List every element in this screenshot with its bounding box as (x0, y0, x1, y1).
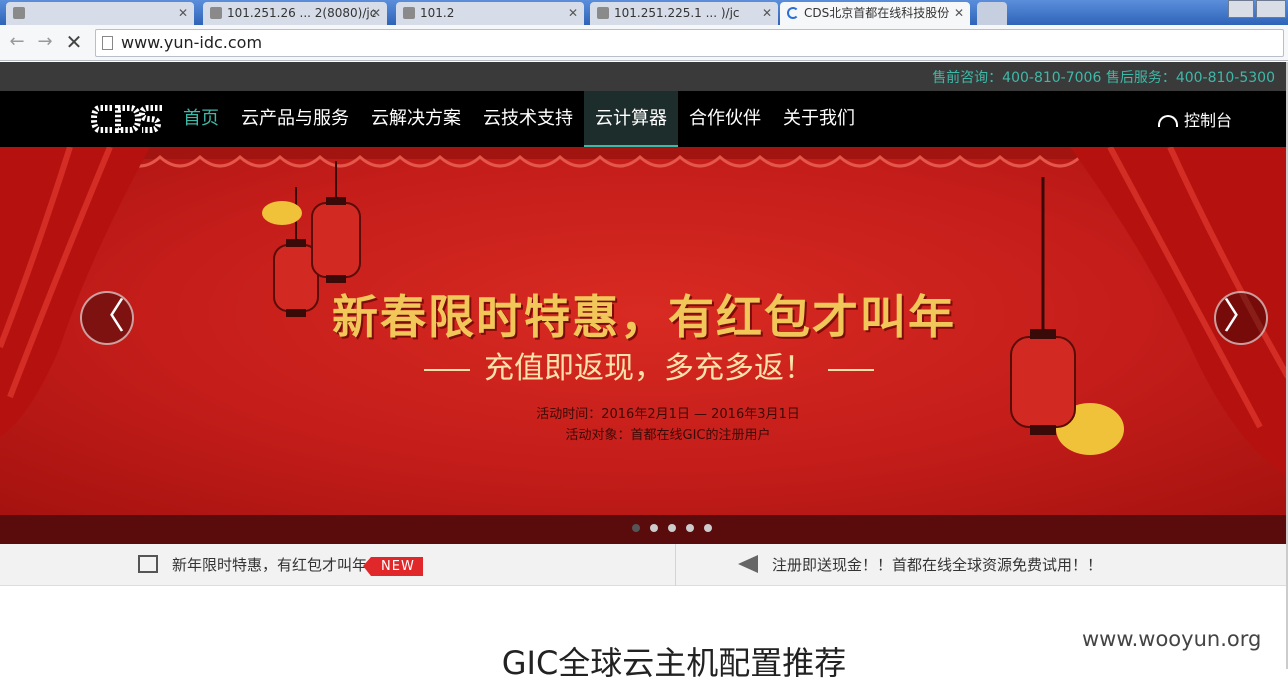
browser-tabstrip: ✕ 101.251.26 ... 2(8080)/jc ✕ 101.2 ✕ 10… (0, 0, 1288, 25)
megaphone-icon (738, 555, 758, 573)
console-link[interactable]: 控制台 (1158, 107, 1232, 131)
close-tab-icon[interactable]: ✕ (568, 2, 578, 24)
browser-tab-active[interactable]: CDS北京首都在线科技股份 ✕ (780, 2, 970, 25)
carousel-dots (632, 524, 722, 532)
cds-logo[interactable] (90, 103, 164, 135)
carousel-dot[interactable] (704, 524, 712, 532)
close-tab-icon[interactable]: ✕ (371, 2, 381, 24)
news-bar: 新年限时特惠，有红包才叫年 NEW 注册即送现金！！首都在线全球资源免费试用！！ (0, 544, 1288, 586)
browser-tab[interactable]: 101.2 ✕ (396, 2, 584, 25)
newspaper-icon (138, 555, 158, 573)
banner-headline: 新春限时特惠，有红包才叫年 (332, 290, 956, 344)
new-badge: NEW (363, 557, 423, 576)
forward-arrow-icon[interactable]: → (34, 31, 56, 53)
carousel-prev-button[interactable]: 〈 (80, 291, 134, 345)
news-divider (675, 544, 676, 586)
decorative-dash (424, 368, 470, 371)
loading-spinner-icon (787, 7, 799, 19)
close-tab-icon[interactable]: ✕ (178, 2, 188, 24)
banner-subtitle: 充值即返现，多充多返！ (0, 343, 1288, 387)
hotline-text: 售前咨询：400-810-7006 售后服务：400-810-5300 (932, 70, 1275, 86)
news-item-left[interactable]: 新年限时特惠，有红包才叫年 NEW (138, 554, 423, 576)
nav-home[interactable]: 首页 (172, 91, 230, 147)
nav-support[interactable]: 云技术支持 (472, 91, 584, 147)
browser-tab[interactable]: ✕ (6, 2, 194, 25)
nav-calculator[interactable]: 云计算器 (584, 91, 678, 147)
nav-products[interactable]: 云产品与服务 (230, 91, 360, 147)
banner-activity-target: 活动对象：首都在线GIC的注册用户 (565, 428, 771, 443)
user-profile-button[interactable] (1228, 0, 1254, 18)
main-menu: 首页 云产品与服务 云解决方案 云技术支持 云计算器 合作伙伴 关于我们 (172, 91, 866, 147)
page-icon (102, 36, 113, 50)
tab-favicon-icon (403, 7, 415, 19)
url-text[interactable]: www.yun-idc.com (121, 33, 262, 52)
watermark-text: www.wooyun.org (1082, 627, 1262, 651)
promo-banner[interactable]: 新春限时特惠，有红包才叫年 充值即返现，多充多返！ 活动时间：2016年2月1日… (0, 147, 1288, 515)
site-topbar: 售前咨询：400-810-7006 售后服务：400-810-5300 (0, 62, 1288, 91)
browser-tab[interactable]: 101.251.225.1 ... )/jc ✕ (590, 2, 778, 25)
carousel-dot[interactable] (650, 524, 658, 532)
carousel-dot[interactable] (686, 524, 694, 532)
tab-favicon-icon (210, 7, 222, 19)
new-tab-button[interactable] (977, 2, 1007, 25)
carousel-dot[interactable] (632, 524, 640, 532)
back-arrow-icon[interactable]: ← (6, 31, 28, 53)
close-tab-icon[interactable]: ✕ (954, 2, 964, 24)
close-tab-icon[interactable]: ✕ (762, 2, 772, 24)
decorative-dash (828, 368, 874, 371)
banner-activity-time: 活动时间：2016年2月1日 — 2016年3月1日 (536, 407, 800, 422)
tab-favicon-icon (597, 7, 609, 19)
site-nav: 首页 云产品与服务 云解决方案 云技术支持 云计算器 合作伙伴 关于我们 控制台 (0, 91, 1288, 147)
nav-partners[interactable]: 合作伙伴 (678, 91, 772, 147)
news-item-right[interactable]: 注册即送现金！！首都在线全球资源免费试用！！ (738, 554, 1102, 575)
browser-toolbar: ← → ✕ www.yun-idc.com (0, 25, 1288, 61)
tab-favicon-icon (13, 7, 25, 19)
carousel-dot[interactable] (668, 524, 676, 532)
stop-loading-icon[interactable]: ✕ (63, 31, 85, 53)
carousel-indicator-bar (0, 515, 1288, 544)
minimize-button[interactable] (1256, 0, 1286, 18)
nav-solutions[interactable]: 云解决方案 (360, 91, 472, 147)
carousel-next-button[interactable]: 〉 (1214, 291, 1268, 345)
dashboard-gauge-icon (1158, 115, 1178, 127)
address-bar[interactable]: www.yun-idc.com (95, 29, 1284, 57)
browser-tab[interactable]: 101.251.26 ... 2(8080)/jc ✕ (203, 2, 387, 25)
nav-about[interactable]: 关于我们 (772, 91, 866, 147)
